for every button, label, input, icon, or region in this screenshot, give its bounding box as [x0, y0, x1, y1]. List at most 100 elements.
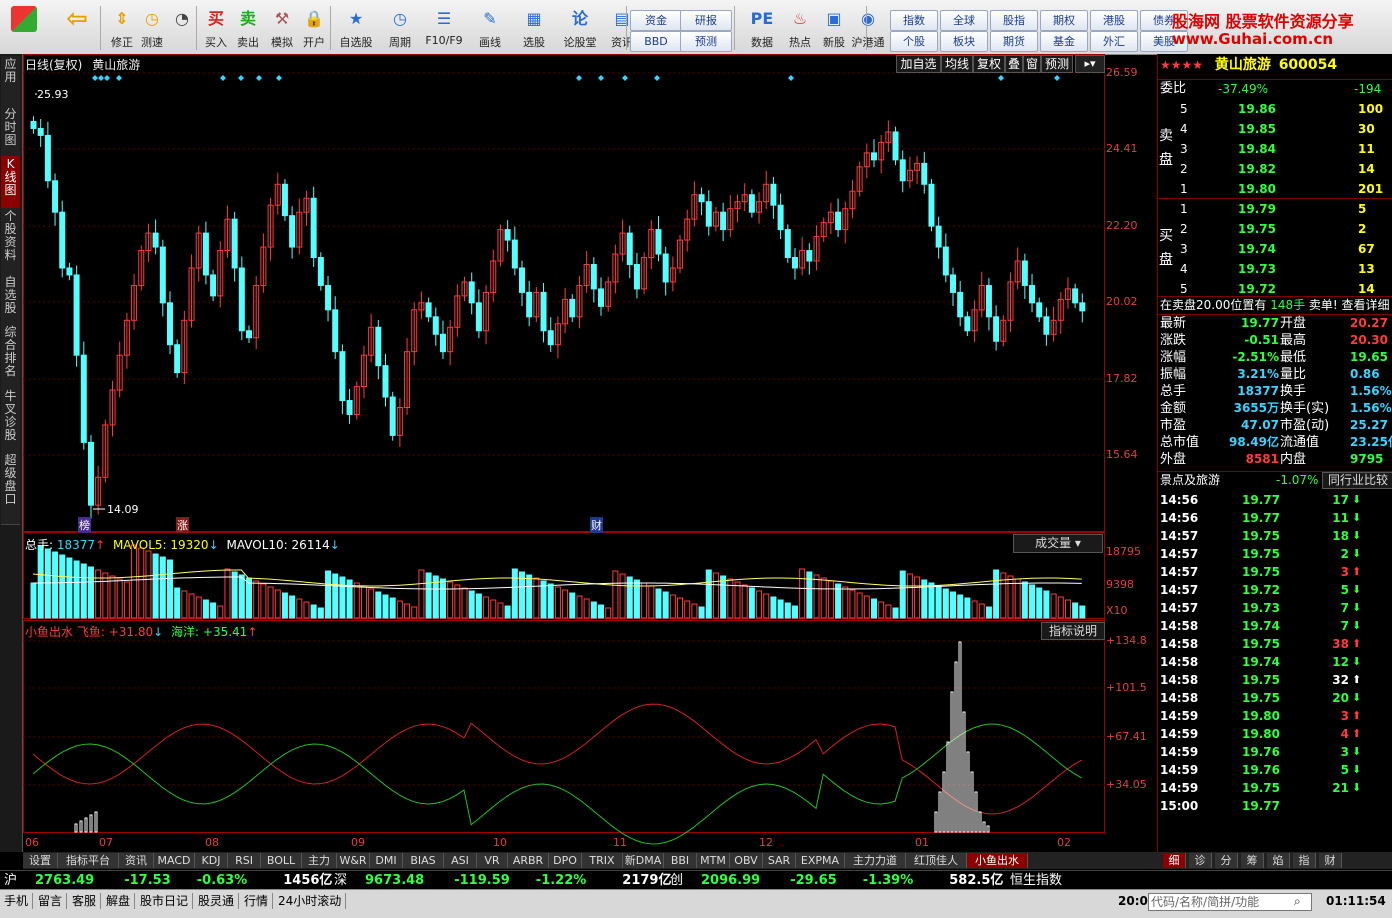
code-search-input[interactable]: 代码/名称/简拼/功能 [1148, 893, 1312, 911]
status-item-6[interactable]: 行情 [244, 893, 274, 909]
market-button-8[interactable]: 期货 [990, 31, 1038, 52]
status-item-2[interactable]: 客服 [72, 893, 102, 909]
market-button-4[interactable]: 港股 [1090, 10, 1138, 31]
indicator-tab-19[interactable]: OBV [730, 853, 763, 868]
buy-level-row[interactable]: 4 19.73 13 [1158, 260, 1392, 278]
indicator-select-volume[interactable]: 成交量 ▾ [1013, 534, 1103, 553]
marker-cai[interactable]: 财 [590, 517, 603, 533]
sell-level-row[interactable]: 3 19.84 11 [1158, 140, 1392, 158]
index-item[interactable]: 深 9673.48 -119.59 -1.22% 2179亿 [334, 872, 671, 889]
sell-level-row[interactable]: 5 19.86 100 [1158, 100, 1392, 118]
indicator-tab-3[interactable]: MACD [154, 853, 195, 868]
indicator-tab-17[interactable]: BBI [664, 853, 697, 868]
toolbar-button-pen[interactable]: ✎ 画线 [468, 4, 512, 52]
toolbar-button-stopwatch[interactable]: ◔ [166, 4, 198, 52]
chart-canvas[interactable] [23, 54, 1157, 852]
sell-level-row[interactable]: 2 19.82 14 [1158, 160, 1392, 178]
indicator-tab-16[interactable]: 新DMA [623, 853, 664, 868]
forecast-button[interactable]: 预测 [680, 31, 732, 52]
index-item[interactable]: 创 2096.99 -29.65 -1.39% 582.5亿 [670, 872, 1003, 889]
panel-tab-0[interactable]: 细 [1163, 853, 1186, 868]
indicator-tab-11[interactable]: ASI [444, 853, 477, 868]
index-item[interactable]: 沪 2763.49 -17.53 -0.63% 1456亿 [4, 872, 332, 889]
left-tab-1[interactable]: 分时图 [1, 106, 20, 157]
sell-level-row[interactable]: 1 19.80 201 [1158, 180, 1392, 198]
back-button[interactable]: ⇦ [60, 4, 94, 52]
index-item[interactable]: 恒生指数 [1010, 872, 1172, 889]
status-item-4[interactable]: 股市日记 [140, 893, 194, 909]
search-icon[interactable]: ⌕ [1294, 893, 1301, 909]
chart-button-5[interactable]: 预测 [1041, 55, 1073, 73]
toolbar-button-hammer[interactable]: ⚒ 模拟 [266, 4, 298, 52]
indicator-tab-1[interactable]: 指标平台 [58, 853, 119, 868]
left-tab-6[interactable]: 牛叉诊股 [1, 388, 20, 453]
toolbar-button-grid[interactable]: ▦ 选股 [512, 4, 556, 52]
toolbar-button-discuss[interactable]: 论论股堂 [558, 4, 602, 52]
indicator-tab-7[interactable]: 主力 [302, 853, 337, 868]
indicator-tab-6[interactable]: BOLL [261, 853, 302, 868]
indicator-tab-0[interactable]: 设置 [23, 853, 58, 868]
panel-tab-5[interactable]: 指 [1293, 853, 1316, 868]
left-tab-4[interactable]: 自选股 [1, 274, 20, 325]
market-button-0[interactable]: 指数 [890, 10, 938, 31]
toolbar-button-star[interactable]: ★ 自选股 [334, 4, 378, 52]
toolbar-button-lock[interactable]: 🔒 开户 [298, 4, 330, 52]
toolbar-button-up-down-arrow[interactable]: ⇕ 修正 [106, 4, 138, 52]
indicator-tab-9[interactable]: DMI [370, 853, 403, 868]
left-tab-5[interactable]: 综合排名 [1, 324, 20, 389]
indicator-tab-5[interactable]: RSI [228, 853, 261, 868]
market-button-2[interactable]: 股指 [990, 10, 1038, 31]
indicator-tab-15[interactable]: TRIX [582, 853, 623, 868]
indicator-tab-12[interactable]: VR [477, 853, 508, 868]
chart-button-1[interactable]: 均线 [941, 55, 973, 73]
indicator-tab-24[interactable]: 小鱼出水 [967, 853, 1028, 868]
indicator-tab-21[interactable]: EXPMA [796, 853, 845, 868]
indicator-tab-2[interactable]: 资讯 [119, 853, 154, 868]
research-button[interactable]: 研报 [680, 10, 732, 31]
marker-zhang[interactable]: 涨 [176, 517, 189, 533]
marker-bang[interactable]: 榜 [78, 517, 91, 533]
panel-tab-3[interactable]: 筹 [1241, 853, 1264, 868]
panel-tab-1[interactable]: 诊 [1189, 853, 1212, 868]
toolbar-button-hk[interactable]: ◉ 沪港通 [846, 4, 890, 52]
indicator-tab-20[interactable]: SAR [763, 853, 796, 868]
chart-button-4[interactable]: 窗 [1023, 55, 1041, 73]
order-notice[interactable]: 在卖盘20.00位置有 148手 卖单! 查看详细 [1158, 296, 1392, 315]
toolbar-button-clock[interactable]: ◷ 周期 [378, 4, 422, 52]
indicator-tab-23[interactable]: 红顶佳人 [906, 853, 967, 868]
chart-button-3[interactable]: 叠 [1005, 55, 1023, 73]
sell-level-row[interactable]: 4 19.85 30 [1158, 120, 1392, 138]
status-item-5[interactable]: 股灵通 [198, 893, 240, 909]
indicator-tab-8[interactable]: W&R [337, 853, 370, 868]
status-item-1[interactable]: 留言 [38, 893, 68, 909]
fund-button[interactable]: 资金 [630, 10, 682, 31]
status-item-0[interactable]: 手机 [4, 893, 34, 909]
market-button-7[interactable]: 板块 [940, 31, 988, 52]
bbd-button[interactable]: BBD [630, 31, 682, 52]
toolbar-button-sell[interactable]: 卖卖出 [232, 4, 264, 52]
indicator-help-button[interactable]: 指标说明 [1041, 622, 1105, 640]
toolbar-button-clock[interactable]: ◷ 测速 [136, 4, 168, 52]
market-button-9[interactable]: 基金 [1040, 31, 1088, 52]
app-logo-button[interactable] [4, 4, 44, 52]
indicator-tab-10[interactable]: BIAS [403, 853, 444, 868]
indicator-tab-4[interactable]: KDJ [195, 853, 228, 868]
buy-level-row[interactable]: 2 19.75 2 [1158, 220, 1392, 238]
left-tab-2[interactable]: K线图 [1, 156, 20, 209]
panel-tab-4[interactable]: 焰 [1267, 853, 1290, 868]
status-item-3[interactable]: 解盘 [106, 893, 136, 909]
left-tab-7[interactable]: 超级盘口 [1, 452, 20, 525]
chart-button-0[interactable]: 加自选 [896, 55, 941, 73]
status-item-7[interactable]: 24小时滚动 [278, 893, 347, 909]
left-tab-0[interactable]: 应用 [1, 56, 20, 107]
chart-button-2[interactable]: 复权 [973, 55, 1005, 73]
market-button-10[interactable]: 外汇 [1090, 31, 1138, 52]
indicator-tab-13[interactable]: ARBR [508, 853, 549, 868]
market-button-1[interactable]: 全球 [940, 10, 988, 31]
toolbar-button-list[interactable]: ☰ F10/F9 [422, 4, 466, 52]
indicator-tab-18[interactable]: MTM [697, 853, 730, 868]
indicator-tab-22[interactable]: 主力力道 [845, 853, 906, 868]
sector-compare-button[interactable]: 同行业比较 [1322, 472, 1392, 489]
panel-tab-2[interactable]: 分 [1215, 853, 1238, 868]
panel-tab-6[interactable]: 财 [1319, 853, 1342, 868]
